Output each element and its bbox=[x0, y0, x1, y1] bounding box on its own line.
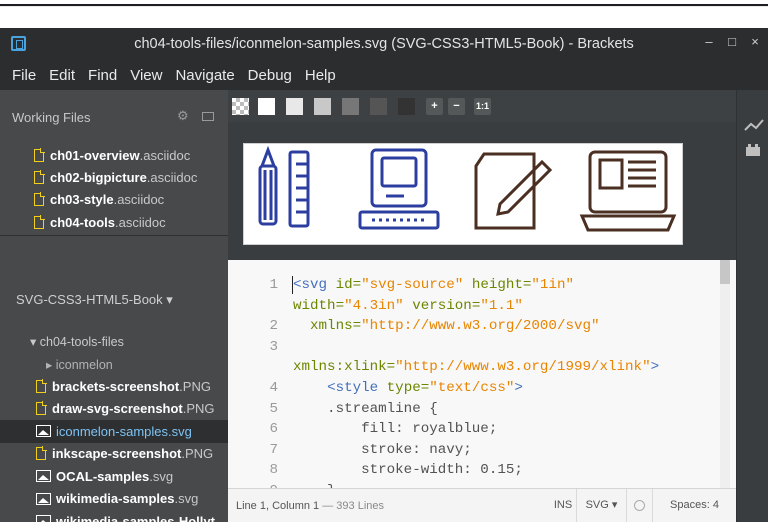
background-swatch[interactable] bbox=[286, 98, 303, 115]
menu-file[interactable]: File bbox=[12, 67, 36, 84]
line-number: 3 bbox=[269, 338, 278, 355]
menu-find[interactable]: Find bbox=[88, 67, 117, 84]
code-text: stroke-width: 0.15; bbox=[293, 462, 523, 479]
indentation-setting[interactable]: Spaces: 4 bbox=[652, 489, 736, 522]
working-files-header: Working Files bbox=[12, 110, 91, 125]
tree-file-item[interactable]: inkscape-screenshot .PNG bbox=[0, 443, 228, 466]
code-text: fill: royalblue; bbox=[293, 421, 498, 438]
editor-scrollbar[interactable] bbox=[720, 260, 730, 488]
image-icon bbox=[36, 425, 51, 438]
background-swatch[interactable] bbox=[314, 98, 331, 115]
document-edit-icon bbox=[474, 152, 553, 230]
status-bar: Line 1, Column 1 — 393 Lines INS SVG ▾ S… bbox=[228, 488, 736, 522]
working-file-item[interactable]: ch01-overview .asciidoc bbox=[34, 144, 197, 166]
code-text: <style type="text/css"> bbox=[327, 380, 523, 396]
window-title: ch04-tools-files/iconmelon-samples.svg (… bbox=[134, 36, 634, 52]
line-number: 8 bbox=[269, 462, 278, 479]
image-viewer-toolbar: + − 1:1 bbox=[228, 90, 736, 122]
title-bar: ch04-tools-files/iconmelon-samples.svg (… bbox=[0, 28, 768, 60]
right-toolbar bbox=[736, 90, 768, 522]
working-file-item[interactable]: ch03-style .asciidoc bbox=[34, 189, 197, 211]
line-number: 2 bbox=[269, 318, 278, 335]
code-text: .streamline { bbox=[293, 400, 438, 417]
code-text: xmlns:xlink="http://www.w3.org/1999/xlin… bbox=[293, 359, 660, 376]
code-text: <svg id="svg-source" height="1in" bbox=[293, 277, 574, 293]
ruler-icon bbox=[288, 150, 310, 228]
background-swatch[interactable] bbox=[398, 98, 415, 115]
page-top-rule bbox=[0, 0, 768, 7]
file-icon bbox=[34, 214, 45, 229]
zoom-in-icon: + bbox=[431, 100, 438, 112]
svg-preview-image bbox=[243, 143, 683, 245]
computer-icon bbox=[358, 148, 440, 230]
background-swatch[interactable] bbox=[370, 98, 387, 115]
transparent-background-swatch[interactable] bbox=[232, 98, 249, 115]
code-text: stroke: navy; bbox=[293, 441, 472, 458]
split-view-icon[interactable] bbox=[202, 112, 214, 121]
line-number: 7 bbox=[269, 441, 278, 458]
zoom-out-icon: − bbox=[453, 100, 460, 112]
working-file-item[interactable]: ch04-tools .asciidoc bbox=[34, 211, 197, 233]
background-swatch[interactable] bbox=[342, 98, 359, 115]
tree-folder-ch04-tools-files[interactable]: ▾ ch04-tools-files bbox=[30, 334, 124, 349]
file-icon bbox=[34, 147, 45, 162]
menu-navigate[interactable]: Navigate bbox=[175, 67, 234, 84]
line-number: 1 bbox=[269, 277, 278, 293]
project-dropdown[interactable]: SVG-CSS3-HTML5-Book ▾ bbox=[16, 292, 173, 308]
image-icon bbox=[36, 492, 51, 505]
code-editor[interactable]: 1 <svg id="svg-source" height="1in" width=… bbox=[228, 260, 736, 488]
tree-file-item[interactable]: wikimedia-samples .svg bbox=[0, 488, 228, 511]
file-icon bbox=[34, 169, 45, 184]
zoom-in-button[interactable]: + bbox=[426, 98, 443, 115]
working-file-item[interactable]: ch02-bigpicture .asciidoc bbox=[34, 166, 197, 188]
tree-file-item[interactable]: draw-svg-screenshot .PNG bbox=[0, 398, 228, 421]
tree-file-item[interactable]: wikimedia-samples-Hollyt bbox=[0, 510, 228, 522]
gear-icon[interactable]: ⚙ bbox=[177, 108, 189, 124]
file-icon bbox=[36, 446, 47, 461]
extension-manager-icon bbox=[746, 147, 760, 156]
chevron-down-icon: ▾ bbox=[30, 335, 40, 349]
language-selector[interactable]: SVG ▾ bbox=[576, 489, 626, 522]
sidebar-divider bbox=[0, 235, 228, 236]
sidebar: Working Files ⚙ ch01-overview .asciidoc c… bbox=[0, 90, 228, 522]
background-swatch[interactable] bbox=[258, 98, 275, 115]
chevron-down-icon: ▾ bbox=[166, 292, 173, 307]
project-file-tree: brackets-screenshot .PNG draw-svg-screens… bbox=[0, 375, 228, 522]
menu-view[interactable]: View bbox=[130, 67, 162, 84]
linter-status-icon[interactable] bbox=[626, 489, 652, 522]
line-number: 4 bbox=[269, 380, 278, 396]
scrollbar-thumb[interactable] bbox=[720, 260, 730, 284]
maximize-button[interactable]: □ bbox=[724, 34, 740, 50]
file-icon bbox=[34, 192, 45, 207]
menu-help[interactable]: Help bbox=[305, 67, 336, 84]
tree-file-item-selected[interactable]: iconmelon-samples .svg bbox=[0, 420, 228, 443]
zoom-out-button[interactable]: − bbox=[448, 98, 465, 115]
working-files-list: ch01-overview .asciidoc ch02-bigpicture .a… bbox=[34, 144, 197, 233]
live-preview-icon[interactable] bbox=[737, 90, 768, 190]
line-number: 6 bbox=[269, 421, 278, 438]
chevron-right-icon: ▸ bbox=[46, 358, 56, 372]
tree-folder-iconmelon[interactable]: ▸ iconmelon bbox=[46, 357, 113, 372]
actual-size-button[interactable]: 1:1 bbox=[474, 98, 491, 115]
file-icon bbox=[36, 401, 47, 416]
code-text: width="4.3in" version="1.1" bbox=[293, 297, 523, 314]
menu-bar: File Edit Find View Navigate Debug Help bbox=[0, 60, 768, 90]
file-icon bbox=[36, 378, 47, 393]
line-number: 5 bbox=[269, 400, 278, 417]
brackets-window: ch04-tools-files/iconmelon-samples.svg (… bbox=[0, 28, 768, 522]
cursor-position: Line 1, Column 1 — 393 Lines bbox=[236, 500, 384, 512]
image-icon bbox=[36, 470, 51, 483]
laptop-icon bbox=[579, 150, 677, 232]
tree-file-item[interactable]: brackets-screenshot .PNG bbox=[0, 375, 228, 398]
menu-debug[interactable]: Debug bbox=[248, 67, 292, 84]
menu-edit[interactable]: Edit bbox=[49, 67, 75, 84]
pencil-icon bbox=[258, 145, 278, 226]
close-button[interactable]: × bbox=[747, 34, 763, 50]
tree-file-item[interactable]: OCAL-samples .svg bbox=[0, 465, 228, 488]
code-text: xmlns="http://www.w3.org/2000/svg" bbox=[310, 318, 600, 335]
image-icon bbox=[36, 515, 51, 522]
minimize-button[interactable]: – bbox=[701, 34, 717, 50]
insert-mode-toggle[interactable]: INS bbox=[550, 489, 576, 522]
